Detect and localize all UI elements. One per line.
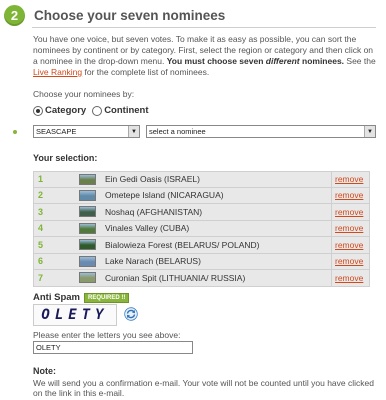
- remove-link[interactable]: remove: [331, 187, 369, 203]
- refresh-icon[interactable]: [124, 307, 138, 321]
- selection-row: 6 Lake Narach (BELARUS) remove: [33, 253, 370, 270]
- nominee-thumbnail: [79, 255, 96, 267]
- captcha-input[interactable]: [33, 341, 193, 354]
- selection-row: 1 Ein Gedi Oasis (ISRAEL) remove: [33, 171, 370, 188]
- row-number: 7: [38, 272, 44, 283]
- header-divider: [32, 27, 376, 28]
- nominee-name: Curonian Spit (LITHUANIA/ RUSSIA): [105, 272, 246, 283]
- selection-row: 7 Curonian Spit (LITHUANIA/ RUSSIA) remove: [33, 270, 370, 287]
- selection-table: 1 Ein Gedi Oasis (ISRAEL) remove 2 Ometepe I…: [33, 171, 370, 287]
- row-number: 4: [38, 223, 44, 234]
- selection-row: 5 Bialowieza Forest (BELARUS/ POLAND) remo…: [33, 237, 370, 254]
- category-radio[interactable]: [33, 105, 43, 116]
- requirement-text-b: nominees.: [299, 56, 345, 66]
- remove-link[interactable]: remove: [331, 270, 369, 286]
- live-ranking-link[interactable]: Live Ranking: [33, 67, 82, 77]
- note-title: Note:: [33, 366, 56, 376]
- remove-link[interactable]: remove: [331, 172, 369, 187]
- selection-row: 4 Vinales Valley (CUBA) remove: [33, 220, 370, 237]
- nominee-name: Bialowieza Forest (BELARUS/ POLAND): [105, 239, 260, 250]
- required-badge: REQUIRED !!: [83, 292, 130, 303]
- choose-by-label: Choose your nominees by:: [33, 89, 135, 99]
- intro-text: You have one voice, but seven votes. To …: [33, 34, 378, 78]
- bullet-icon: [13, 130, 17, 134]
- nominee-name: Lake Narach (BELARUS): [105, 256, 201, 267]
- requirement-text-a: You must choose seven: [166, 56, 266, 66]
- remove-link[interactable]: remove: [331, 204, 369, 220]
- note-text: We will send you a confirmation e-mail. …: [33, 378, 374, 398]
- nominee-name: Noshaq (AFGHANISTAN): [105, 206, 203, 217]
- nominee-name: Ein Gedi Oasis (ISRAEL): [105, 174, 200, 185]
- captcha-image: OLETY: [33, 304, 117, 326]
- nominee-name: Vinales Valley (CUBA): [105, 223, 190, 234]
- nominee-thumbnail: [79, 272, 96, 284]
- anti-spam-label: Anti Spam: [33, 292, 80, 303]
- nominee-select-value: select a nominee: [149, 127, 206, 136]
- step-header: 2 Choose your seven nominees: [4, 4, 225, 26]
- sort-mode-radios: Category Continent: [33, 105, 155, 116]
- row-number: 1: [38, 174, 44, 185]
- selection-heading: Your selection:: [33, 153, 98, 163]
- captcha-instruction: Please enter the letters you see above:: [33, 330, 181, 340]
- remove-link[interactable]: remove: [331, 237, 369, 253]
- row-number: 5: [38, 239, 44, 250]
- continent-radio[interactable]: [92, 105, 103, 116]
- chevron-down-icon[interactable]: ▼: [128, 126, 139, 137]
- requirement-emphasis: different: [265, 56, 300, 66]
- intro-requirement: You must choose seven different nominees…: [167, 56, 344, 66]
- row-number: 6: [38, 256, 44, 267]
- selection-row: 2 Ometepe Island (NICARAGUA) remove: [33, 187, 370, 204]
- selection-row: 3 Noshaq (AFGHANISTAN) remove: [33, 204, 370, 221]
- nominee-thumbnail: [79, 189, 96, 201]
- chevron-down-icon[interactable]: ▼: [364, 126, 375, 137]
- nominee-name: Ometepe Island (NICARAGUA): [105, 190, 224, 201]
- nominee-thumbnail: [79, 239, 96, 251]
- row-number: 2: [38, 190, 44, 201]
- nominee-select[interactable]: select a nominee ▼: [146, 125, 376, 138]
- nominee-thumbnail: [79, 222, 96, 234]
- nominee-thumbnail: [79, 173, 96, 185]
- after-link-text: for the complete list of nominees.: [82, 67, 210, 77]
- page-title: Choose your seven nominees: [34, 7, 226, 23]
- anti-spam-heading: Anti Spam REQUIRED !!: [33, 292, 130, 303]
- region-select[interactable]: SEASCAPE ▼: [33, 125, 140, 138]
- remove-link[interactable]: remove: [331, 220, 369, 236]
- nominee-thumbnail: [79, 206, 96, 218]
- see-text: See the: [344, 56, 376, 66]
- step-number-badge: 2: [4, 4, 25, 26]
- remove-link[interactable]: remove: [331, 253, 369, 269]
- region-select-value: SEASCAPE: [36, 127, 77, 136]
- continent-radio-label[interactable]: Continent: [104, 105, 148, 116]
- category-radio-label[interactable]: Category: [45, 105, 86, 116]
- row-number: 3: [38, 206, 44, 217]
